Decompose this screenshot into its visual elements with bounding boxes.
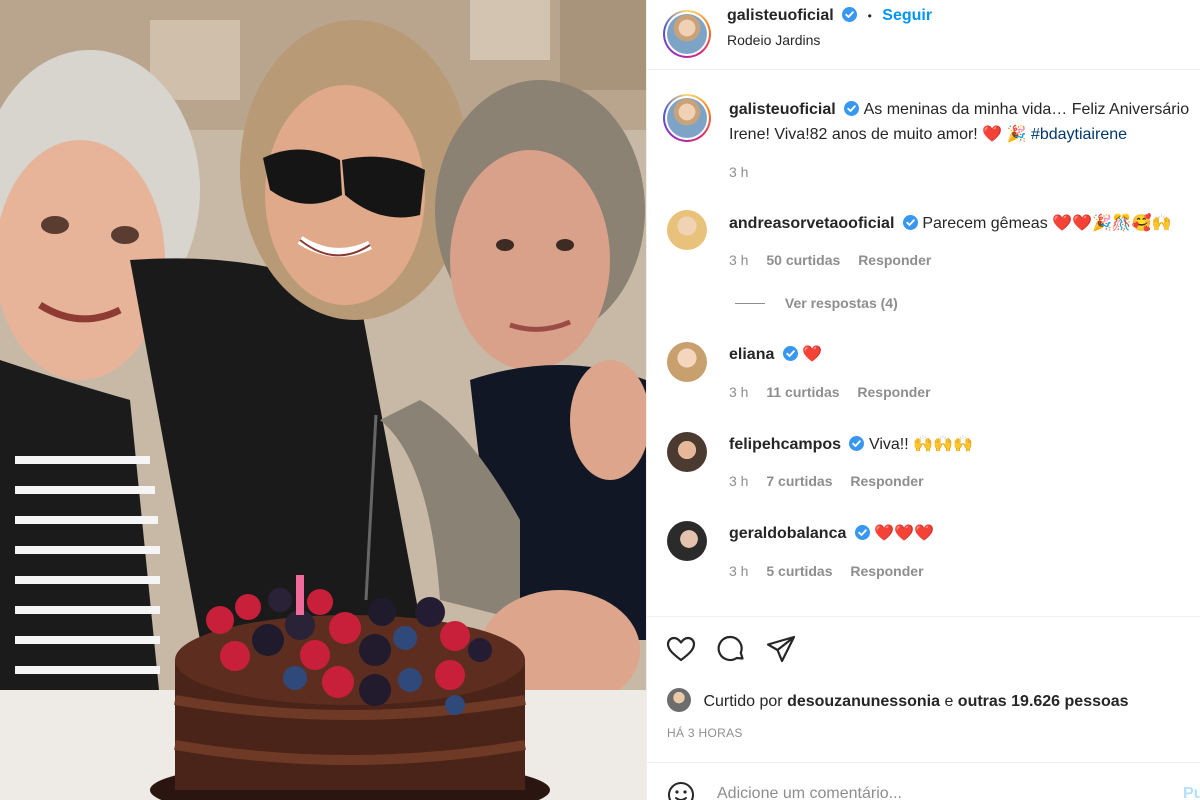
caption-emojis: ❤️ 🎉 bbox=[982, 126, 1027, 143]
follow-button[interactable]: Seguir bbox=[882, 7, 932, 24]
comment-input[interactable]: Adicione um comentário... bbox=[717, 785, 902, 800]
heart-icon[interactable] bbox=[665, 633, 697, 665]
replies-divider bbox=[735, 303, 765, 304]
comment-avatar[interactable] bbox=[667, 342, 707, 382]
comment-time[interactable]: 3 h bbox=[729, 473, 748, 489]
comment-time[interactable]: 3 h bbox=[729, 384, 748, 400]
caption-line-2: Irene! Viva!82 anos de muito amor! ❤️ 🎉 … bbox=[729, 124, 1127, 144]
verified-icon bbox=[844, 101, 860, 116]
separator-dot: • bbox=[867, 9, 872, 23]
comment-username[interactable]: andreasorvetaooficial bbox=[729, 215, 894, 232]
view-replies[interactable]: Ver respostas (4) bbox=[735, 295, 898, 311]
comment-time[interactable]: 3 h bbox=[729, 563, 748, 579]
caption-text-1: As meninas da minha vida… Feliz Aniversá… bbox=[863, 101, 1190, 118]
verified-icon bbox=[849, 436, 865, 451]
comment-text: Parecem gêmeas bbox=[922, 215, 1048, 232]
comment-bar: Adicione um comentário... Pu bbox=[647, 762, 1200, 800]
emoji-icon[interactable] bbox=[667, 781, 695, 800]
comment-avatar[interactable] bbox=[667, 432, 707, 472]
author-username[interactable]: galisteuoficial bbox=[727, 7, 834, 24]
liker-username[interactable]: desouzanunessonia bbox=[787, 693, 940, 710]
comment-avatar[interactable] bbox=[667, 210, 707, 250]
reply-button[interactable]: Responder bbox=[850, 473, 923, 489]
comment-likes[interactable]: 5 curtidas bbox=[766, 563, 832, 579]
reply-button[interactable]: Responder bbox=[857, 384, 930, 400]
post-side-panel: galisteuoficial • Seguir Rodeio Jardins … bbox=[646, 0, 1200, 800]
reply-button[interactable]: Responder bbox=[858, 252, 931, 268]
verified-icon bbox=[902, 215, 918, 230]
comment-emojis: ❤️❤️🎉🎊🥰🙌 bbox=[1052, 215, 1172, 232]
comment-time[interactable]: 3 h bbox=[729, 252, 748, 268]
comment-icon[interactable] bbox=[715, 633, 747, 665]
comment-emojis: ❤️ bbox=[802, 346, 823, 363]
comment-username[interactable]: geraldobalanca bbox=[729, 525, 846, 542]
likes-middle: e bbox=[944, 693, 954, 710]
verified-icon bbox=[854, 525, 870, 540]
caption-time[interactable]: 3 h bbox=[729, 164, 748, 180]
comment-likes[interactable]: 11 curtidas bbox=[766, 384, 839, 400]
view-replies-button[interactable]: Ver respostas (4) bbox=[785, 295, 898, 311]
publish-button[interactable]: Pu bbox=[1183, 785, 1200, 800]
comment-4-meta: 3 h 5 curtidas Responder bbox=[729, 563, 924, 579]
comment-emojis: ❤️❤️❤️ bbox=[874, 525, 935, 542]
likes-summary: Curtido por desouzanunessonia e outras 1… bbox=[667, 688, 1129, 712]
post-timestamp[interactable]: HÁ 3 HORAS bbox=[667, 726, 743, 740]
comment-1-meta: 3 h 50 curtidas Responder bbox=[729, 252, 931, 268]
comment-likes[interactable]: 50 curtidas bbox=[766, 252, 840, 268]
comment-avatar[interactable] bbox=[667, 521, 707, 561]
caption-line-1: galisteuoficial As meninas da minha vida… bbox=[729, 101, 1189, 119]
actions-divider bbox=[647, 616, 1200, 617]
likes-others[interactable]: outras 19.626 pessoas bbox=[958, 693, 1129, 710]
header-title-row: galisteuoficial • Seguir bbox=[727, 7, 932, 25]
photo-illustration bbox=[0, 0, 646, 800]
comment-username[interactable]: eliana bbox=[729, 346, 774, 363]
likes-prefix: Curtido por bbox=[703, 693, 783, 710]
post-header: galisteuoficial • Seguir Rodeio Jardins bbox=[647, 0, 1200, 70]
post-location[interactable]: Rodeio Jardins bbox=[727, 32, 820, 48]
author-avatar[interactable] bbox=[663, 10, 711, 58]
comment-1: andreasorvetaooficial Parecem gêmeas ❤️❤… bbox=[729, 213, 1172, 233]
verified-icon bbox=[782, 346, 798, 361]
comment-2-meta: 3 h 11 curtidas Responder bbox=[729, 384, 931, 400]
comment-emojis: 🙌🙌🙌 bbox=[913, 436, 973, 453]
comment-text: Viva!! bbox=[868, 436, 909, 453]
share-icon[interactable] bbox=[765, 633, 797, 665]
caption-text-2: Irene! Viva!82 anos de muito amor! bbox=[729, 126, 978, 143]
comment-likes[interactable]: 7 curtidas bbox=[766, 473, 832, 489]
reply-button[interactable]: Responder bbox=[850, 563, 923, 579]
post-photo[interactable] bbox=[0, 0, 646, 800]
liker-avatar[interactable] bbox=[667, 688, 691, 712]
caption-username[interactable]: galisteuoficial bbox=[729, 101, 836, 118]
comment-2: eliana ❤️ bbox=[729, 344, 822, 364]
verified-icon bbox=[842, 7, 858, 22]
caption-avatar[interactable] bbox=[663, 94, 711, 142]
comment-4: geraldobalanca ❤️❤️❤️ bbox=[729, 523, 934, 543]
comment-3-meta: 3 h 7 curtidas Responder bbox=[729, 473, 924, 489]
comment-username[interactable]: felipehcampos bbox=[729, 436, 841, 453]
comment-3: felipehcampos Viva!! 🙌🙌🙌 bbox=[729, 434, 973, 454]
caption-hashtag[interactable]: #bdaytiairene bbox=[1031, 126, 1127, 143]
